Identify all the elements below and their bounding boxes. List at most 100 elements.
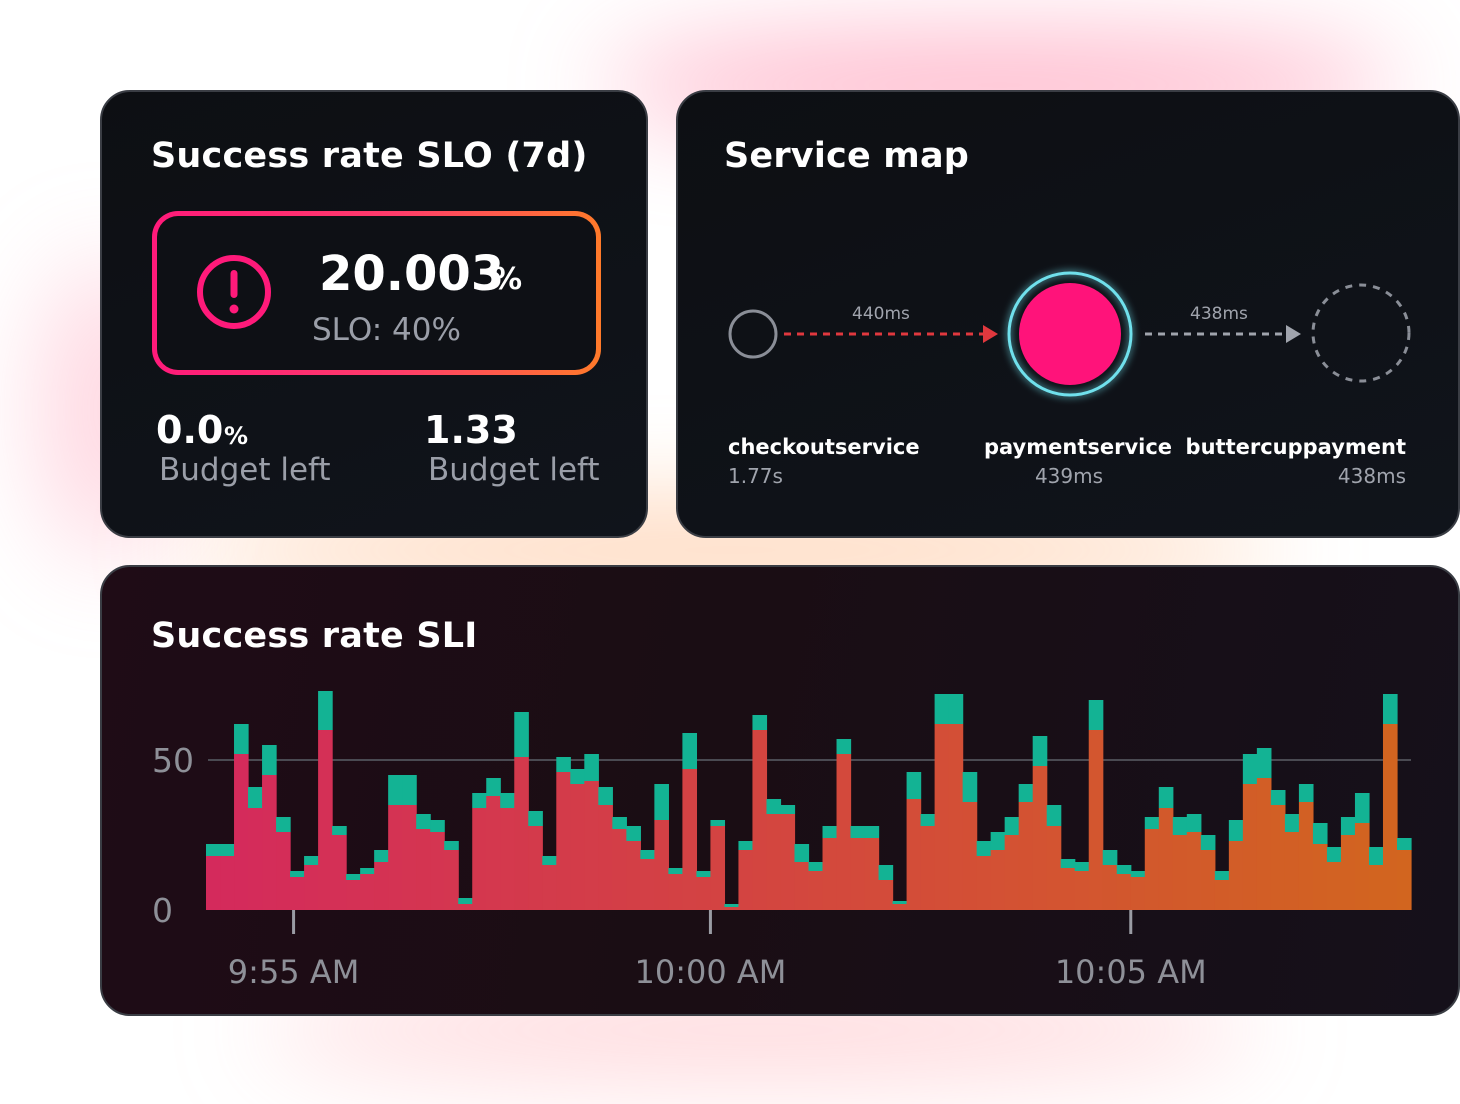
bar-primary[interactable] — [1018, 802, 1034, 910]
bar-primary[interactable] — [1032, 766, 1048, 910]
bar-secondary[interactable] — [766, 799, 782, 814]
bar-primary[interactable] — [948, 724, 964, 910]
bar-secondary[interactable] — [374, 850, 389, 862]
bar-primary[interactable] — [1004, 835, 1020, 910]
bar-secondary[interactable] — [1032, 736, 1048, 766]
bar-primary[interactable] — [836, 754, 852, 910]
bar-secondary[interactable] — [500, 793, 515, 808]
bar-secondary[interactable] — [556, 757, 571, 772]
bar-primary[interactable] — [1074, 871, 1090, 910]
bar-secondary[interactable] — [1046, 805, 1062, 826]
bar-primary[interactable] — [864, 838, 880, 910]
bar-secondary[interactable] — [318, 691, 333, 730]
bar-primary[interactable] — [724, 907, 740, 910]
bar-secondary[interactable] — [794, 844, 810, 862]
node-buttercuppayment[interactable] — [1311, 283, 1411, 383]
bar-secondary[interactable] — [1284, 814, 1300, 832]
bar-secondary[interactable] — [1242, 754, 1258, 784]
bar-secondary[interactable] — [528, 811, 543, 826]
bar-primary[interactable] — [1270, 805, 1286, 910]
bar-secondary[interactable] — [1214, 871, 1230, 880]
bar-secondary[interactable] — [808, 862, 824, 871]
bar-primary[interactable] — [1242, 784, 1258, 910]
bar-secondary[interactable] — [990, 832, 1006, 850]
bar-primary[interactable] — [668, 874, 683, 910]
bar-primary[interactable] — [472, 808, 487, 910]
bar-secondary[interactable] — [1060, 859, 1076, 868]
bar-primary[interactable] — [990, 850, 1006, 910]
bar-secondary[interactable] — [1074, 862, 1090, 871]
bar-primary[interactable] — [1116, 874, 1132, 910]
bar-primary[interactable] — [612, 829, 627, 910]
bar-primary[interactable] — [262, 775, 277, 910]
bar-secondary[interactable] — [1186, 814, 1202, 832]
bar-secondary[interactable] — [1354, 793, 1370, 823]
bar-secondary[interactable] — [402, 775, 417, 805]
bar-primary[interactable] — [1284, 832, 1300, 910]
bar-secondary[interactable] — [360, 868, 375, 874]
bar-secondary[interactable] — [710, 820, 726, 826]
bar-primary[interactable] — [934, 724, 950, 910]
bar-secondary[interactable] — [262, 745, 277, 775]
bar-secondary[interactable] — [206, 844, 221, 856]
bar-secondary[interactable] — [976, 841, 992, 856]
bar-primary[interactable] — [640, 859, 655, 910]
bar-primary[interactable] — [1144, 829, 1160, 910]
bar-primary[interactable] — [220, 856, 235, 910]
bar-secondary[interactable] — [738, 841, 754, 850]
bar-primary[interactable] — [808, 871, 824, 910]
bar-secondary[interactable] — [682, 733, 698, 769]
bar-secondary[interactable] — [668, 868, 683, 874]
bar-primary[interactable] — [962, 802, 978, 910]
bar-primary[interactable] — [1088, 730, 1104, 910]
bar-primary[interactable] — [1340, 835, 1356, 910]
bar-secondary[interactable] — [1368, 847, 1384, 865]
bar-primary[interactable] — [1060, 868, 1076, 910]
bar-primary[interactable] — [878, 880, 894, 910]
bar-secondary[interactable] — [1340, 817, 1356, 835]
bar-secondary[interactable] — [1326, 847, 1342, 862]
bar-primary[interactable] — [766, 814, 782, 910]
bar-secondary[interactable] — [906, 772, 922, 799]
bar-primary[interactable] — [1396, 850, 1412, 910]
bar-primary[interactable] — [1256, 778, 1272, 910]
bar-secondary[interactable] — [248, 787, 263, 808]
bar-primary[interactable] — [304, 865, 319, 910]
bar-secondary[interactable] — [1116, 865, 1132, 874]
bar-primary[interactable] — [920, 826, 936, 910]
bar-secondary[interactable] — [1200, 835, 1216, 850]
bar-secondary[interactable] — [1396, 838, 1412, 850]
bar-primary[interactable] — [374, 862, 389, 910]
bar-secondary[interactable] — [934, 694, 950, 724]
bar-primary[interactable] — [486, 796, 501, 910]
bar-primary[interactable] — [654, 820, 669, 910]
bar-secondary[interactable] — [892, 901, 908, 904]
bar-secondary[interactable] — [1298, 784, 1314, 802]
bar-secondary[interactable] — [752, 715, 768, 730]
bar-primary[interactable] — [1102, 865, 1118, 910]
bar-primary[interactable] — [388, 805, 403, 910]
bar-secondary[interactable] — [234, 724, 249, 754]
bar-secondary[interactable] — [724, 904, 740, 907]
bar-primary[interactable] — [780, 814, 796, 910]
bar-secondary[interactable] — [864, 826, 880, 838]
bar-primary[interactable] — [500, 808, 515, 910]
bar-primary[interactable] — [696, 877, 712, 910]
bar-secondary[interactable] — [962, 772, 978, 802]
bar-secondary[interactable] — [416, 814, 431, 829]
bar-primary[interactable] — [1130, 877, 1146, 910]
bar-primary[interactable] — [402, 805, 417, 910]
bar-secondary[interactable] — [1382, 694, 1398, 724]
bar-primary[interactable] — [1312, 844, 1328, 910]
bar-secondary[interactable] — [486, 778, 501, 796]
bar-primary[interactable] — [332, 835, 347, 910]
bar-primary[interactable] — [1172, 835, 1188, 910]
bar-secondary[interactable] — [570, 769, 585, 784]
bar-secondary[interactable] — [1312, 823, 1328, 844]
bar-secondary[interactable] — [430, 820, 445, 832]
bar-primary[interactable] — [1298, 802, 1314, 910]
bar-primary[interactable] — [976, 856, 992, 910]
bar-secondary[interactable] — [878, 865, 894, 880]
bar-primary[interactable] — [906, 799, 922, 910]
bar-secondary[interactable] — [920, 814, 936, 826]
